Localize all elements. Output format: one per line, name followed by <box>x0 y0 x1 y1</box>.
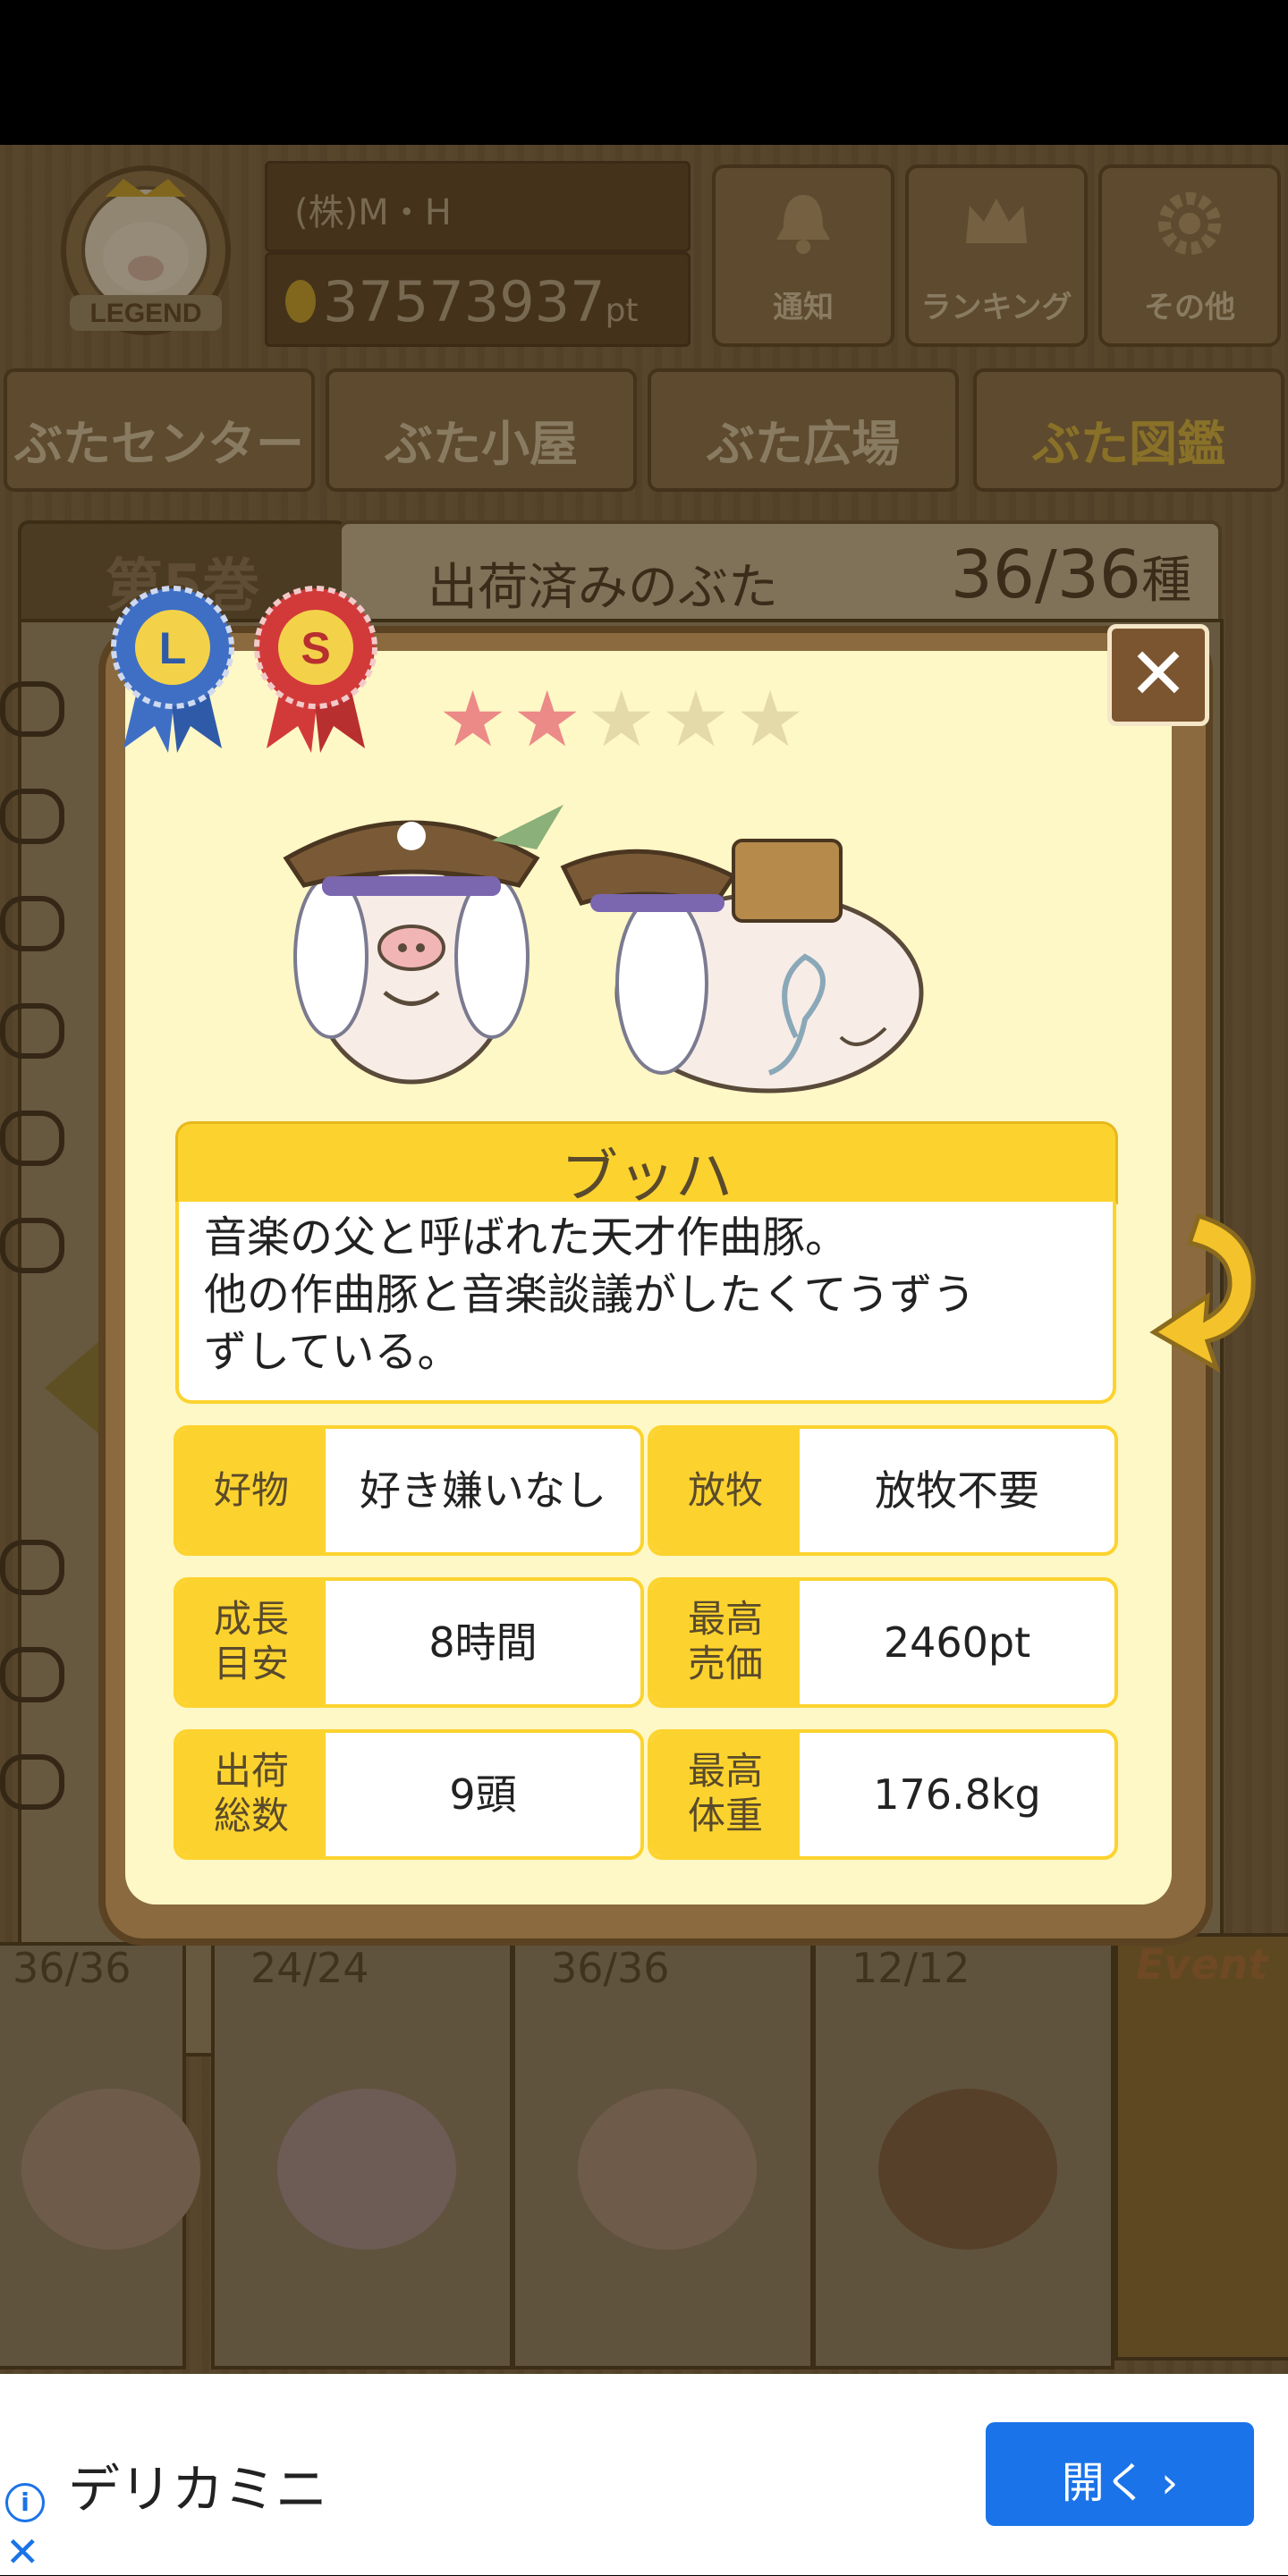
rarity-stars: ★★★★★ <box>438 680 859 760</box>
ad-banner[interactable]: デリカミニ 開く › i ✕ <box>0 2374 1288 2576</box>
stat-favorite-food: 好物 好き嫌いなし <box>174 1425 644 1556</box>
stat-key-label: 総数 <box>213 1794 289 1837</box>
stat-key: 最高 売価 <box>651 1581 800 1704</box>
svg-text:S: S <box>301 623 330 673</box>
stat-value: 放牧不要 <box>875 1466 1039 1515</box>
stat-key: 好物 <box>177 1429 326 1552</box>
stat-key: 最高 体重 <box>651 1733 800 1856</box>
stat-key: 出荷 総数 <box>177 1733 326 1856</box>
description-line: ずしている。 <box>204 1327 461 1377</box>
stat-max-price: 最高 売価 2460pt <box>648 1577 1118 1708</box>
star-empty-icon: ★ <box>587 675 657 764</box>
pig-name-bar: ブッハ <box>175 1121 1118 1211</box>
stat-value: 176.8kg <box>873 1770 1041 1819</box>
stat-key-label: 売価 <box>687 1642 763 1685</box>
star-filled-icon: ★ <box>438 675 508 764</box>
stat-key-label: 体重 <box>687 1794 763 1837</box>
stat-max-weight: 最高 体重 176.8kg <box>648 1729 1118 1860</box>
stat-key: 放牧 <box>651 1429 800 1552</box>
star-empty-icon: ★ <box>661 675 731 764</box>
stat-key-label: 最高 <box>687 1749 763 1793</box>
ribbon-l-icon: L <box>111 586 234 753</box>
star-empty-icon: ★ <box>735 675 805 764</box>
ad-open-label: 開く › <box>1061 2458 1179 2508</box>
pig-illustration <box>283 805 924 1094</box>
stat-key: 成長 目安 <box>177 1581 326 1704</box>
pig-description: 音楽の父と呼ばれた天才作曲豚。他の作曲豚と音楽談議がしたくてうずう ずしている。 <box>204 1209 1089 1381</box>
stat-growth-time: 成長 目安 8時間 <box>174 1577 644 1708</box>
stat-key-label: 最高 <box>687 1597 763 1641</box>
stat-key-label: 成長 <box>213 1597 289 1641</box>
stat-value: 好き嫌いなし <box>360 1466 606 1515</box>
star-filled-icon: ★ <box>513 675 582 764</box>
stat-total-shipped: 出荷 総数 9頭 <box>174 1729 644 1860</box>
stat-key-label: 目安 <box>213 1642 289 1685</box>
pig-side-image <box>560 839 924 1094</box>
stat-value: 9頭 <box>449 1770 517 1819</box>
description-line: 音楽の父と呼ばれた天才作曲豚。 <box>204 1212 849 1263</box>
ad-close-icon[interactable]: ✕ <box>5 2528 40 2576</box>
close-icon: ✕ <box>1128 632 1189 715</box>
description-line: 他の作曲豚と音楽談議がしたくてうずう <box>204 1270 976 1320</box>
status-bar <box>0 0 1288 145</box>
pig-description-box: 音楽の父と呼ばれた天才作曲豚。他の作曲豚と音楽談議がしたくてうずう ずしている。 <box>175 1202 1116 1404</box>
ad-info-icon[interactable]: i <box>5 2483 45 2522</box>
svg-text:L: L <box>159 623 187 673</box>
stat-key-label: 出荷 <box>213 1749 289 1793</box>
flip-pig-arrow-icon[interactable] <box>1145 1198 1261 1377</box>
pig-front-image <box>283 805 564 1085</box>
stat-grazing: 放牧 放牧不要 <box>648 1425 1118 1556</box>
stat-key-label: 放牧 <box>687 1468 763 1512</box>
stat-key-label: 好物 <box>213 1468 289 1512</box>
ad-open-button[interactable]: 開く › <box>986 2422 1254 2526</box>
stat-value: 2460pt <box>883 1618 1031 1667</box>
ad-title: デリカミニ <box>68 2459 328 2520</box>
ribbon-s-icon: S <box>254 586 377 753</box>
stat-value: 8時間 <box>428 1618 538 1667</box>
close-button[interactable]: ✕ <box>1107 624 1209 726</box>
